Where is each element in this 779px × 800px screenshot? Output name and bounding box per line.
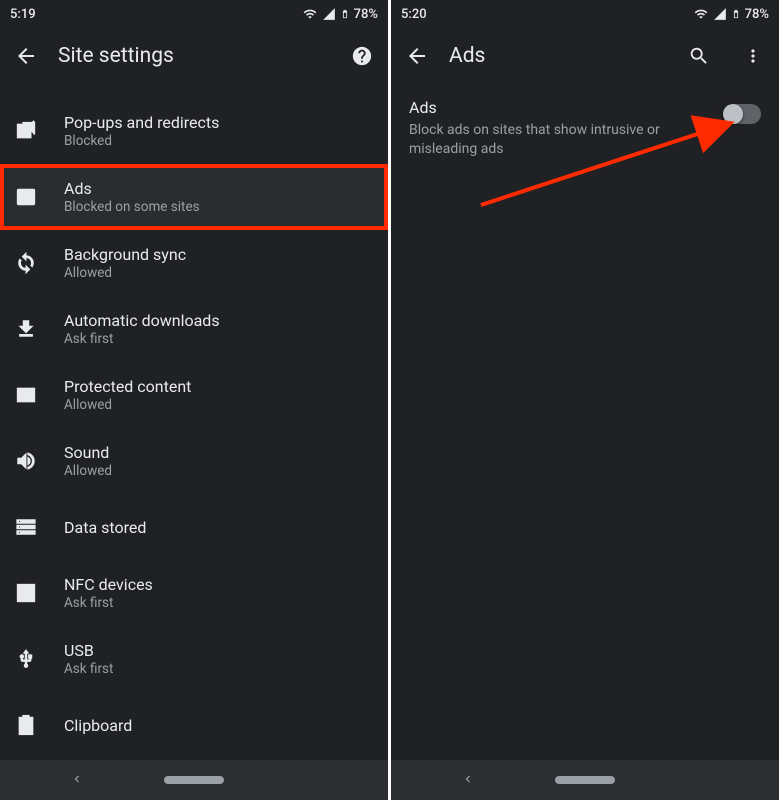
- item-subtitle: Ask first: [64, 331, 220, 347]
- wifi-icon: [302, 7, 318, 21]
- popup-icon: [14, 119, 38, 143]
- settings-item-data-stored[interactable]: Data stored: [0, 494, 388, 560]
- page-title: Site settings: [58, 44, 174, 68]
- nav-home-pill[interactable]: [555, 776, 615, 784]
- item-title: Sound: [64, 443, 112, 462]
- nav-back-button[interactable]: [461, 771, 475, 790]
- status-icons: 78%: [693, 6, 769, 22]
- settings-item-automatic-downloads[interactable]: Automatic downloadsAsk first: [0, 296, 388, 362]
- item-title: Data stored: [64, 518, 146, 537]
- app-bar: Site settings: [0, 28, 388, 84]
- download-icon: [14, 317, 38, 341]
- status-bar: 5:20 78%: [391, 0, 779, 28]
- status-icons: 78%: [302, 6, 378, 22]
- settings-item-ads[interactable]: AdsBlocked on some sites: [0, 164, 388, 230]
- item-subtitle: Ask first: [64, 661, 113, 677]
- battery-percent: 78%: [745, 7, 769, 22]
- back-button[interactable]: [405, 44, 429, 68]
- item-subtitle: Allowed: [64, 463, 112, 479]
- back-button[interactable]: [14, 44, 38, 68]
- usb-icon: [14, 647, 38, 671]
- settings-item-nfc-devices[interactable]: NFC devicesAsk first: [0, 560, 388, 626]
- settings-item-background-sync[interactable]: Background syncAllowed: [0, 230, 388, 296]
- settings-item-pop-ups-and-redirects[interactable]: Pop-ups and redirectsBlocked: [0, 98, 388, 164]
- nav-back-button[interactable]: [70, 771, 84, 790]
- settings-item-protected-content[interactable]: Protected contentAllowed: [0, 362, 388, 428]
- settings-item-sound[interactable]: SoundAllowed: [0, 428, 388, 494]
- settings-list: Pop-ups and redirectsBlockedAdsBlocked o…: [0, 84, 388, 760]
- ads-toggle-row[interactable]: Ads Block ads on sites that show intrusi…: [391, 92, 779, 159]
- item-title: Pop-ups and redirects: [64, 113, 219, 132]
- status-time: 5:19: [10, 7, 36, 22]
- signal-icon: [322, 7, 336, 21]
- ads-content: Ads Block ads on sites that show intrusi…: [391, 84, 779, 760]
- item-subtitle: Blocked: [64, 133, 219, 149]
- android-nav-bar: [391, 760, 779, 800]
- phone-screen-ads: 5:20 78% Ads Ads Block ads on sites that…: [391, 0, 779, 800]
- item-subtitle: Ask first: [64, 595, 153, 611]
- item-title: Ads: [64, 179, 200, 198]
- settings-item-clipboard[interactable]: Clipboard: [0, 692, 388, 758]
- phone-screen-site-settings: 5:19 78% Site settings Pop-ups and redir…: [0, 0, 388, 800]
- ads-setting-title: Ads: [409, 98, 711, 117]
- ads-setting-desc: Block ads on sites that show intrusive o…: [409, 121, 711, 159]
- item-subtitle: Allowed: [64, 397, 191, 413]
- item-title: Automatic downloads: [64, 311, 220, 330]
- clipboard-icon: [14, 713, 38, 737]
- battery-icon: [340, 6, 350, 22]
- sync-icon: [14, 251, 38, 275]
- item-title: Background sync: [64, 245, 186, 264]
- more-button[interactable]: [741, 44, 765, 68]
- status-time: 5:20: [401, 7, 427, 22]
- item-title: NFC devices: [64, 575, 153, 594]
- battery-icon: [731, 6, 741, 22]
- item-subtitle: Blocked on some sites: [64, 199, 200, 215]
- android-nav-bar: [0, 760, 388, 800]
- app-bar: Ads: [391, 28, 779, 84]
- nfc-icon: [14, 581, 38, 605]
- battery-percent: 78%: [354, 7, 378, 22]
- settings-item-usb[interactable]: USBAsk first: [0, 626, 388, 692]
- status-bar: 5:19 78%: [0, 0, 388, 28]
- help-button[interactable]: [350, 44, 374, 68]
- protected-icon: [14, 383, 38, 407]
- ads-icon: [14, 185, 38, 209]
- ads-toggle-switch[interactable]: [725, 104, 761, 124]
- switch-thumb: [723, 104, 743, 124]
- item-subtitle: Allowed: [64, 265, 186, 281]
- sound-icon: [14, 449, 38, 473]
- item-title: Clipboard: [64, 716, 132, 735]
- item-title: USB: [64, 641, 113, 660]
- search-button[interactable]: [687, 44, 711, 68]
- item-title: Protected content: [64, 377, 191, 396]
- wifi-icon: [693, 7, 709, 21]
- storage-icon: [14, 515, 38, 539]
- signal-icon: [713, 7, 727, 21]
- page-title: Ads: [449, 44, 485, 68]
- nav-home-pill[interactable]: [164, 776, 224, 784]
